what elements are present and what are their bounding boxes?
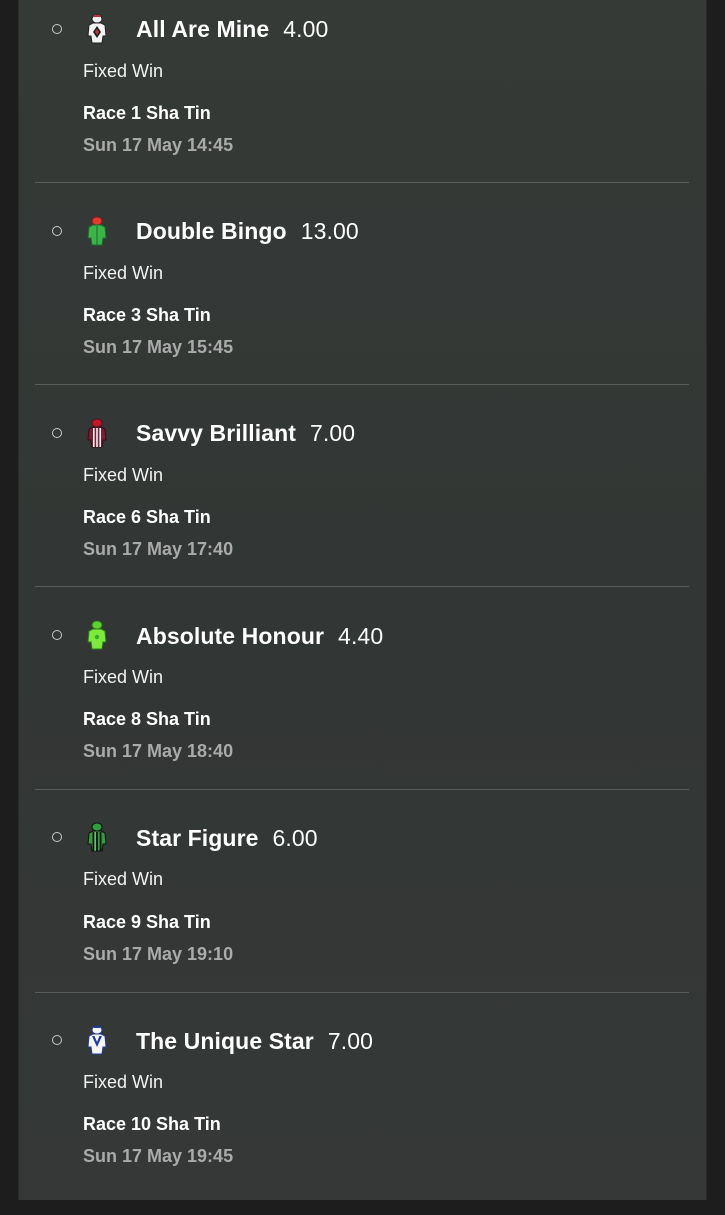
selection-item[interactable]: The Unique Star 7.00 Fixed Win Race 10 Sh… <box>18 1013 707 1215</box>
jockey-silk-white-black-diamond-icon <box>87 14 107 44</box>
race-info: Race 1 Sha Tin <box>83 103 211 123</box>
horse-name-text: The Unique Star <box>136 1028 314 1054</box>
bet-type-label: Fixed Win <box>83 869 164 889</box>
selection-radio[interactable] <box>52 1035 62 1045</box>
odds-value[interactable]: 6.00 <box>273 825 318 851</box>
selection-item[interactable]: Absolute Honour 4.40 Fixed Win Race 8 Sha… <box>18 607 707 809</box>
divider <box>35 992 689 993</box>
divider <box>35 789 689 790</box>
bet-selections-panel: All Are Mine 4.00 Fixed Win Race 1 Sha Ti… <box>18 0 707 1200</box>
selection-radio[interactable] <box>52 630 62 640</box>
divider <box>35 182 689 183</box>
selection-radio[interactable] <box>52 428 62 438</box>
horse-name: The Unique Star 7.00 <box>136 1028 373 1055</box>
jockey-silk-maroon-white-stripes-icon <box>87 418 107 448</box>
horse-name-text: Double Bingo <box>136 218 287 244</box>
selection-item[interactable]: All Are Mine 4.00 Fixed Win Race 1 Sha Ti… <box>18 0 707 202</box>
race-datetime: Sun 17 May 14:45 <box>83 135 234 155</box>
race-datetime: Sun 17 May 19:45 <box>83 1146 234 1166</box>
horse-name-text: All Are Mine <box>136 16 270 42</box>
horse-name: Double Bingo 13.00 <box>136 218 359 245</box>
bet-type-label: Fixed Win <box>83 263 164 283</box>
selection-item[interactable]: Double Bingo 13.00 Fixed Win Race 3 Sha T… <box>18 202 707 404</box>
odds-value[interactable]: 7.00 <box>310 420 355 446</box>
race-datetime: Sun 17 May 18:40 <box>83 741 234 761</box>
selection-radio[interactable] <box>52 226 62 236</box>
odds-value[interactable]: 4.40 <box>338 623 383 649</box>
odds-value[interactable]: 13.00 <box>301 218 359 244</box>
horse-name-text: Star Figure <box>136 825 259 851</box>
race-info: Race 10 Sha Tin <box>83 1114 221 1134</box>
bet-type-label: Fixed Win <box>83 61 164 81</box>
divider <box>35 586 689 587</box>
odds-value[interactable]: 7.00 <box>328 1028 373 1054</box>
horse-name-text: Absolute Honour <box>136 623 325 649</box>
bet-type-label: Fixed Win <box>83 465 164 485</box>
bet-type-label: Fixed Win <box>83 667 164 687</box>
divider <box>35 384 689 385</box>
odds-value[interactable]: 4.00 <box>283 16 328 42</box>
selection-radio[interactable] <box>52 24 62 34</box>
horse-name: Absolute Honour 4.40 <box>136 623 383 650</box>
selection-item[interactable]: Savvy Brilliant 7.00 Fixed Win Race 6 Sha… <box>18 404 707 606</box>
jockey-silk-green-black-stripes-icon <box>87 822 107 852</box>
race-datetime: Sun 17 May 19:10 <box>83 944 234 964</box>
horse-name-text: Savvy Brilliant <box>136 420 297 446</box>
race-info: Race 6 Sha Tin <box>83 507 211 527</box>
bet-type-label: Fixed Win <box>83 1072 164 1092</box>
race-info: Race 9 Sha Tin <box>83 912 211 932</box>
selection-radio[interactable] <box>52 832 62 842</box>
race-info: Race 3 Sha Tin <box>83 305 211 325</box>
jockey-silk-green-red-cap-icon <box>87 216 107 246</box>
race-datetime: Sun 17 May 15:45 <box>83 337 234 357</box>
race-datetime: Sun 17 May 17:40 <box>83 539 234 559</box>
horse-name: Star Figure 6.00 <box>136 825 318 852</box>
race-info: Race 8 Sha Tin <box>83 709 211 729</box>
horse-name: All Are Mine 4.00 <box>136 16 328 43</box>
jockey-silk-white-blue-v-icon <box>87 1025 107 1055</box>
jockey-silk-lime-green-icon <box>87 620 107 650</box>
selection-item[interactable]: Star Figure 6.00 Fixed Win Race 9 Sha Tin… <box>18 810 707 1012</box>
horse-name: Savvy Brilliant 7.00 <box>136 420 355 447</box>
